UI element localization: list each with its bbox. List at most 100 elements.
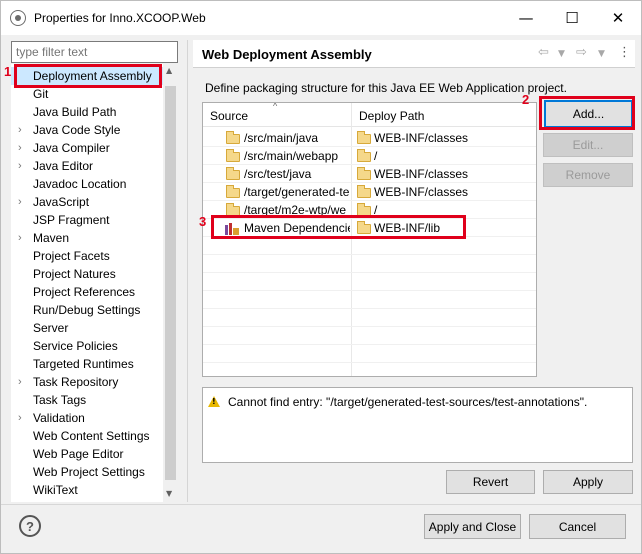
tree-item-targeted-runtimes[interactable]: Targeted Runtimes bbox=[11, 355, 163, 373]
table-row[interactable]: /src/main/java WEB-INF/classes bbox=[203, 129, 536, 147]
page-title: Web Deployment Assembly bbox=[202, 47, 372, 62]
tree-item-label: JavaScript bbox=[33, 195, 90, 209]
warning-icon bbox=[208, 396, 220, 407]
expand-chevron-icon[interactable]: › bbox=[18, 157, 22, 175]
tree-item-project-references[interactable]: Project References bbox=[11, 283, 163, 301]
tree-item-label: Web Page Editor bbox=[33, 447, 124, 461]
forward-arrow-icon[interactable]: ⇨ bbox=[576, 45, 587, 60]
help-icon[interactable]: ? bbox=[19, 515, 41, 537]
expand-chevron-icon[interactable]: › bbox=[18, 229, 22, 247]
tree-item-label: Java Code Style bbox=[33, 123, 121, 137]
deploy-path-cell: WEB-INF/classes bbox=[374, 167, 469, 181]
annotation-number-1: 1 bbox=[4, 64, 12, 79]
maximize-button[interactable]: ☐ bbox=[549, 1, 595, 35]
tree-item-task-tags[interactable]: Task Tags bbox=[11, 391, 163, 409]
table-row[interactable]: /target/generated-te WEB-INF/classes bbox=[203, 183, 536, 201]
tree-item-label: Project References bbox=[33, 285, 136, 299]
remove-button[interactable]: Remove bbox=[543, 163, 633, 187]
tree-item-project-natures[interactable]: Project Natures bbox=[11, 265, 163, 283]
split-sash[interactable] bbox=[187, 40, 188, 502]
minimize-button[interactable]: — bbox=[503, 1, 549, 35]
tree-item-label: Java Compiler bbox=[33, 141, 110, 155]
apply-button[interactable]: Apply bbox=[543, 470, 633, 494]
tree-item-label: Maven bbox=[33, 231, 70, 245]
window-title: Properties for Inno.XCOOP.Web bbox=[34, 11, 206, 25]
tree-item-label: Targeted Runtimes bbox=[33, 357, 134, 371]
tree-item-label: Validation bbox=[33, 411, 85, 425]
forward-menu-chevron-icon[interactable]: ▼ bbox=[598, 49, 605, 59]
properties-dialog: Properties for Inno.XCOOP.Web — ☐ ✕ Wiki… bbox=[0, 0, 642, 554]
page-description: Define packaging structure for this Java… bbox=[205, 81, 567, 95]
tree-item-task-repository[interactable]: › Task Repository bbox=[11, 373, 163, 391]
row-gridline bbox=[203, 308, 536, 309]
table-row[interactable]: /src/main/webapp / bbox=[203, 147, 536, 165]
row-gridline bbox=[203, 362, 536, 363]
tree-item-label: Web Content Settings bbox=[33, 429, 150, 443]
tree-item-web-project-settings[interactable]: Web Project Settings bbox=[11, 463, 163, 481]
row-gridline bbox=[203, 200, 536, 201]
column-deploy-path[interactable]: Deploy Path bbox=[359, 109, 424, 123]
view-menu-icon[interactable]: ⋮ bbox=[618, 45, 631, 60]
title-bar: Properties for Inno.XCOOP.Web — ☐ ✕ bbox=[1, 1, 641, 35]
tree-item-validation[interactable]: › Validation bbox=[11, 409, 163, 427]
expand-chevron-icon[interactable]: › bbox=[18, 409, 22, 427]
tree-item-label: Task Repository bbox=[33, 375, 119, 389]
expand-chevron-icon[interactable]: › bbox=[18, 121, 22, 139]
tree-item-label: Java Editor bbox=[33, 159, 94, 173]
scrollbar-thumb[interactable] bbox=[165, 86, 176, 480]
tree-item-project-facets[interactable]: Project Facets bbox=[11, 247, 163, 265]
tree-item-jsp-fragment[interactable]: JSP Fragment bbox=[11, 211, 163, 229]
source-cell: /src/main/webapp bbox=[244, 149, 339, 163]
annotation-number-3: 3 bbox=[199, 214, 207, 229]
scroll-up-icon[interactable]: ▲ bbox=[166, 66, 172, 75]
column-source[interactable]: Source bbox=[210, 109, 248, 123]
revert-button[interactable]: Revert bbox=[446, 470, 535, 494]
tree-item-label: Web Project Settings bbox=[33, 465, 145, 479]
filter-input[interactable] bbox=[11, 41, 178, 63]
tree-item-maven[interactable]: › Maven bbox=[11, 229, 163, 247]
tree-item-run-debug-settings[interactable]: Run/Debug Settings bbox=[11, 301, 163, 319]
folder-icon bbox=[226, 131, 240, 144]
tree-item-javascript[interactable]: › JavaScript bbox=[11, 193, 163, 211]
source-cell: /src/main/java bbox=[244, 131, 319, 145]
cancel-button[interactable]: Cancel bbox=[529, 514, 626, 539]
property-tree: WikiText Web Project Settings Web Page Edi… bbox=[11, 64, 178, 502]
tree-item-server[interactable]: Server bbox=[11, 319, 163, 337]
tree-item-java-code-style[interactable]: › Java Code Style bbox=[11, 121, 163, 139]
folder-icon bbox=[357, 185, 371, 198]
tree-item-wikitext[interactable]: WikiText bbox=[11, 481, 163, 499]
expand-chevron-icon[interactable]: › bbox=[18, 139, 22, 157]
expand-chevron-icon[interactable]: › bbox=[18, 193, 22, 211]
back-arrow-icon[interactable]: ⇦ bbox=[538, 45, 549, 60]
tree-item-web-content-settings[interactable]: Web Content Settings bbox=[11, 427, 163, 445]
tree-item-label: Project Natures bbox=[33, 267, 116, 281]
source-cell: /src/test/java bbox=[244, 167, 312, 181]
tree-item-label: WikiText bbox=[33, 483, 78, 497]
page-header: Web Deployment Assembly ⇦ ▼ ⇨ ▼ ⋮ bbox=[193, 40, 635, 68]
tree-item-java-compiler[interactable]: › Java Compiler bbox=[11, 139, 163, 157]
tree-item-label: Java Build Path bbox=[33, 105, 117, 119]
row-gridline bbox=[203, 146, 536, 147]
tree-item-service-policies[interactable]: Service Policies bbox=[11, 337, 163, 355]
row-gridline bbox=[203, 254, 536, 255]
tree-item-label: Run/Debug Settings bbox=[33, 303, 141, 317]
edit-button[interactable]: Edit... bbox=[543, 133, 633, 157]
apply-and-close-button[interactable]: Apply and Close bbox=[424, 514, 521, 539]
preference-nav: WikiText Web Project Settings Web Page Edi… bbox=[10, 40, 178, 502]
folder-icon bbox=[357, 149, 371, 162]
tree-item-java-build-path[interactable]: Java Build Path bbox=[11, 103, 163, 121]
footer-separator bbox=[1, 504, 641, 505]
scroll-down-icon[interactable]: ▼ bbox=[166, 489, 172, 498]
tree-item-label: Javadoc Location bbox=[33, 177, 127, 191]
table-row[interactable]: /src/test/java WEB-INF/classes bbox=[203, 165, 536, 183]
tree-item-label: Task Tags bbox=[33, 393, 87, 407]
back-menu-chevron-icon[interactable]: ▼ bbox=[558, 49, 565, 59]
tree-item-web-page-editor[interactable]: Web Page Editor bbox=[11, 445, 163, 463]
tree-item-java-editor[interactable]: › Java Editor bbox=[11, 157, 163, 175]
tree-item-javadoc-location[interactable]: Javadoc Location bbox=[11, 175, 163, 193]
tree-scrollbar[interactable]: ▲ ▼ bbox=[163, 64, 178, 502]
expand-chevron-icon[interactable]: › bbox=[18, 373, 22, 391]
close-button[interactable]: ✕ bbox=[595, 1, 641, 35]
annotation-box-maven-dependencies bbox=[211, 215, 466, 239]
tree-item-label: JSP Fragment bbox=[33, 213, 110, 227]
